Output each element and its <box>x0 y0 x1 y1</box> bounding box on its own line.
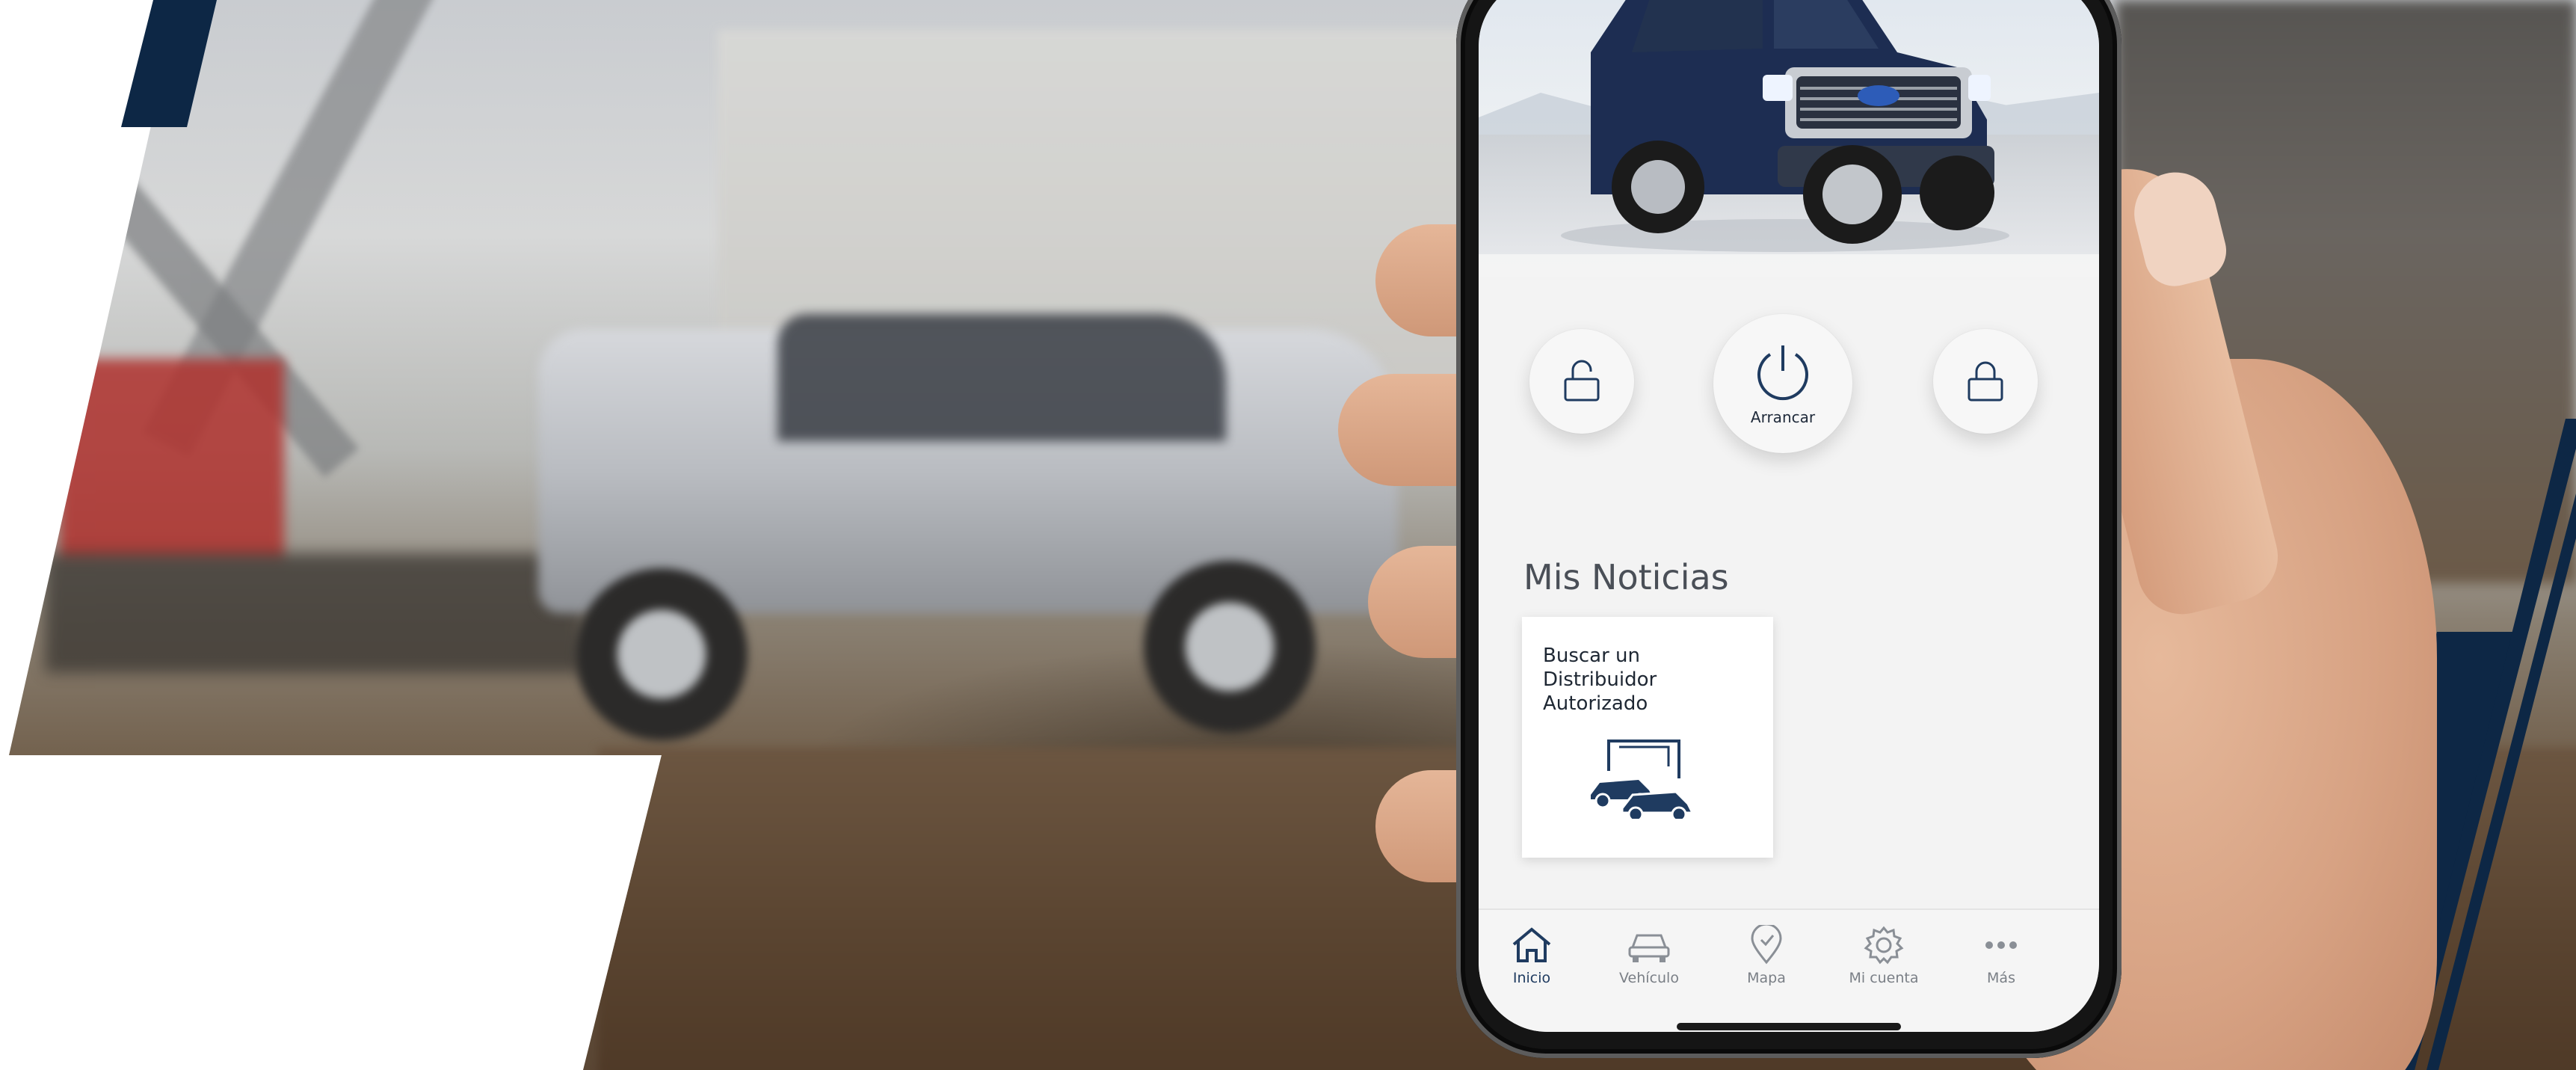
tab-label: Vehículo <box>1619 970 1679 986</box>
lock-button[interactable] <box>1933 329 2038 434</box>
truck-front-wheel <box>1144 561 1316 733</box>
more-icon <box>1985 941 2017 949</box>
truck-windows <box>777 314 1226 441</box>
tab-label: Inicio <box>1512 970 1551 986</box>
crane-tracks <box>45 553 583 673</box>
tab-label: Mapa <box>1747 970 1786 986</box>
remote-start-button[interactable]: Arrancar <box>1713 314 1852 453</box>
find-dealer-card-text: Buscar un Distribuidor Autorizado <box>1543 645 1657 715</box>
home-icon <box>1512 927 1551 962</box>
vehicle-hero <box>1479 0 2099 277</box>
crane-counterweight <box>60 359 284 561</box>
bottom-tab-bar: Inicio Vehículo Mapa Mi cuenta Más <box>1479 908 2099 1032</box>
phone-screen: Arrancar Mis Noticias Buscar un Distribu… <box>1479 0 2099 1032</box>
vehicle-image <box>1561 0 2009 252</box>
map-pin-icon <box>1751 925 1782 965</box>
marketing-banner: Arrancar Mis Noticias Buscar un Distribu… <box>0 0 2576 1070</box>
vehicle-icon <box>1628 934 1670 962</box>
tab-mapa[interactable]: Mapa <box>1710 925 1822 986</box>
tab-label: Mi cuenta <box>1849 970 1919 986</box>
tab-label: Más <box>1987 970 2015 986</box>
power-icon <box>1757 345 1808 401</box>
tab-mi-cuenta[interactable]: Mi cuenta <box>1828 925 1940 986</box>
lock-icon <box>1968 361 2003 402</box>
dealer-icon <box>1591 740 1695 819</box>
remote-start-label: Arrancar <box>1750 408 1816 426</box>
news-heading: Mis Noticias <box>1523 557 1729 597</box>
unlock-icon <box>1564 360 1600 402</box>
tab-vehiculo[interactable]: Vehículo <box>1593 925 1705 986</box>
truck-rear-wheel <box>576 568 748 740</box>
gear-icon <box>1864 926 1904 965</box>
tab-mas[interactable]: Más <box>1945 925 2057 986</box>
unlock-button[interactable] <box>1529 329 1634 434</box>
find-dealer-card[interactable]: Buscar un Distribuidor Autorizado <box>1522 617 1773 858</box>
home-indicator <box>1677 1023 1901 1030</box>
tab-inicio[interactable]: Inicio <box>1479 925 1588 986</box>
